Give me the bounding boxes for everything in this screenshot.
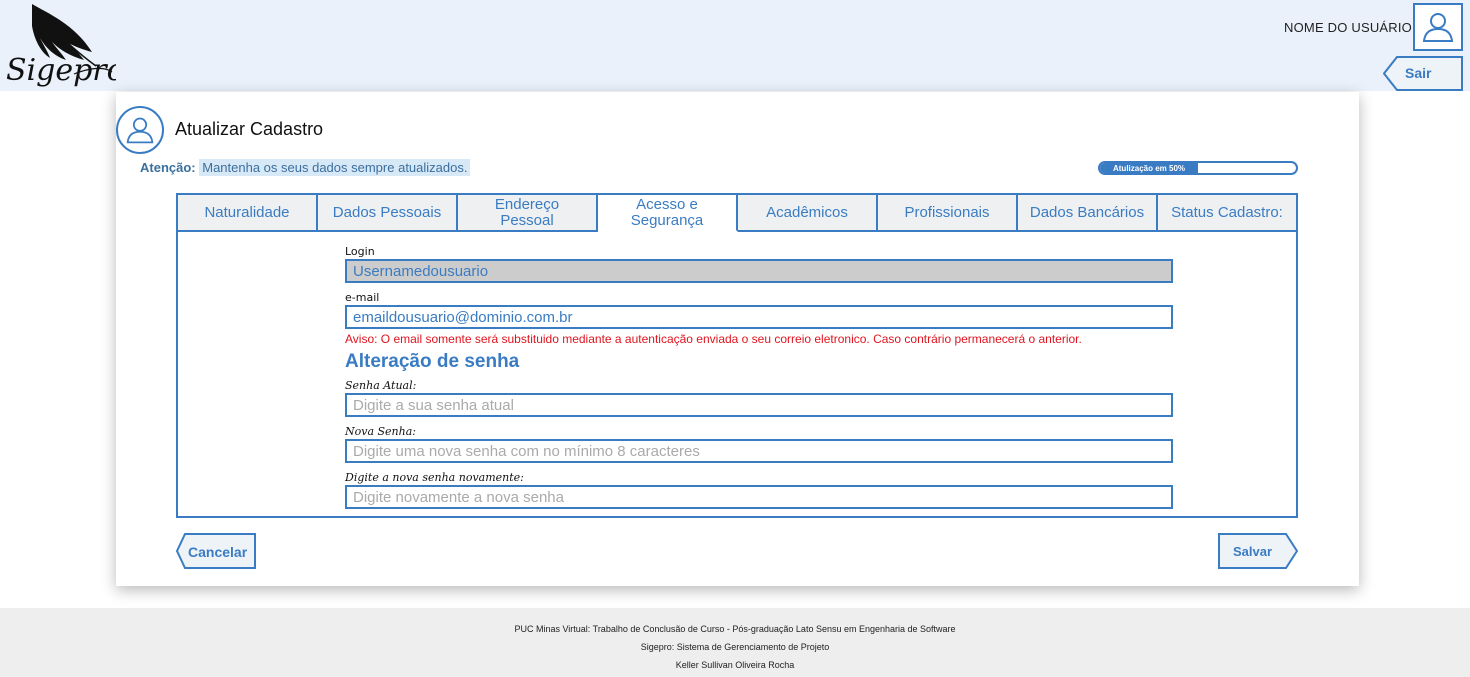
user-icon [126,117,154,144]
progress-fill: Atulização em 50% [1100,163,1198,173]
tab-academicos[interactable]: Acadêmicos [738,195,878,232]
new-password-label: Nova Senha: [345,425,416,438]
tab-profissionais[interactable]: Profissionais [878,195,1018,232]
cancel-button[interactable]: Cancelar [176,533,256,569]
logo-text: Sigepro [6,53,116,88]
confirm-password-label: Digite a nova senha novamente: [345,471,524,484]
tab-acesso-seguranca[interactable]: Acesso e Segurança [598,195,738,232]
email-label: e-mail [345,291,380,304]
confirm-password-field[interactable] [345,485,1173,509]
user-avatar[interactable] [1413,3,1463,51]
feather-quill-icon: Sigepro [6,4,125,88]
email-warning: Aviso: O email somente será substituido … [345,332,1082,346]
current-password-field[interactable] [345,393,1173,417]
tab-status-cadastro[interactable]: Status Cadastro: [1158,195,1296,232]
user-icon [1422,13,1454,42]
tab-dados-bancarios[interactable]: Dados Bancários [1018,195,1158,232]
update-profile-card: Atualizar Cadastro Atenção: Mantenha os … [116,92,1359,586]
tab-naturalidade[interactable]: Naturalidade [178,195,318,232]
tab-dados-pessoais[interactable]: Dados Pessoais [318,195,458,232]
logout-button[interactable]: Sair [1383,56,1463,91]
logout-label: Sair [1405,65,1432,81]
top-header: Sigepro NOME DO USUÁRIO Sair [0,0,1470,91]
login-label: Login [345,245,375,258]
email-field[interactable] [345,305,1173,329]
tabs-panel: Naturalidade Dados Pessoais Endereço Pes… [176,193,1298,518]
access-security-form: Login e-mail Aviso: O email somente será… [345,245,1175,509]
footer-line-2: Sigepro: Sistema de Gerenciamento de Pro… [640,642,830,652]
save-label: Salvar [1233,544,1273,559]
password-section-title: Alteração de senha [345,351,520,372]
current-password-label: Senha Atual: [345,379,417,392]
new-password-field[interactable] [345,439,1173,463]
attention-notice: Atenção: Mantenha os seus dados sempre a… [140,159,471,176]
progress-label: Atulização em 50% [1112,163,1186,173]
page-title: Atualizar Cadastro [175,119,324,139]
cancel-label: Cancelar [188,544,248,560]
attention-message: Mantenha os seus dados sempre atualizado… [199,159,471,176]
footer-line-1: PUC Minas Virtual: Trabalho de Conclusão… [514,624,956,634]
user-name: NOME DO USUÁRIO [1284,20,1412,35]
footer: PUC Minas Virtual: Trabalho de Conclusão… [0,608,1470,677]
login-field[interactable] [345,259,1173,283]
sigepro-logo[interactable]: Sigepro [4,2,125,90]
footer-line-3: Keller Sullivan Oliveira Rocha [675,660,795,670]
tab-bar: Naturalidade Dados Pessoais Endereço Pes… [178,195,1296,232]
profile-avatar [116,106,164,154]
profile-progress-bar: Atulização em 50% [1098,161,1298,175]
tab-endereco-pessoal[interactable]: Endereço Pessoal [458,195,598,232]
save-button[interactable]: Salvar [1218,533,1298,569]
attention-label: Atenção: [140,160,196,175]
